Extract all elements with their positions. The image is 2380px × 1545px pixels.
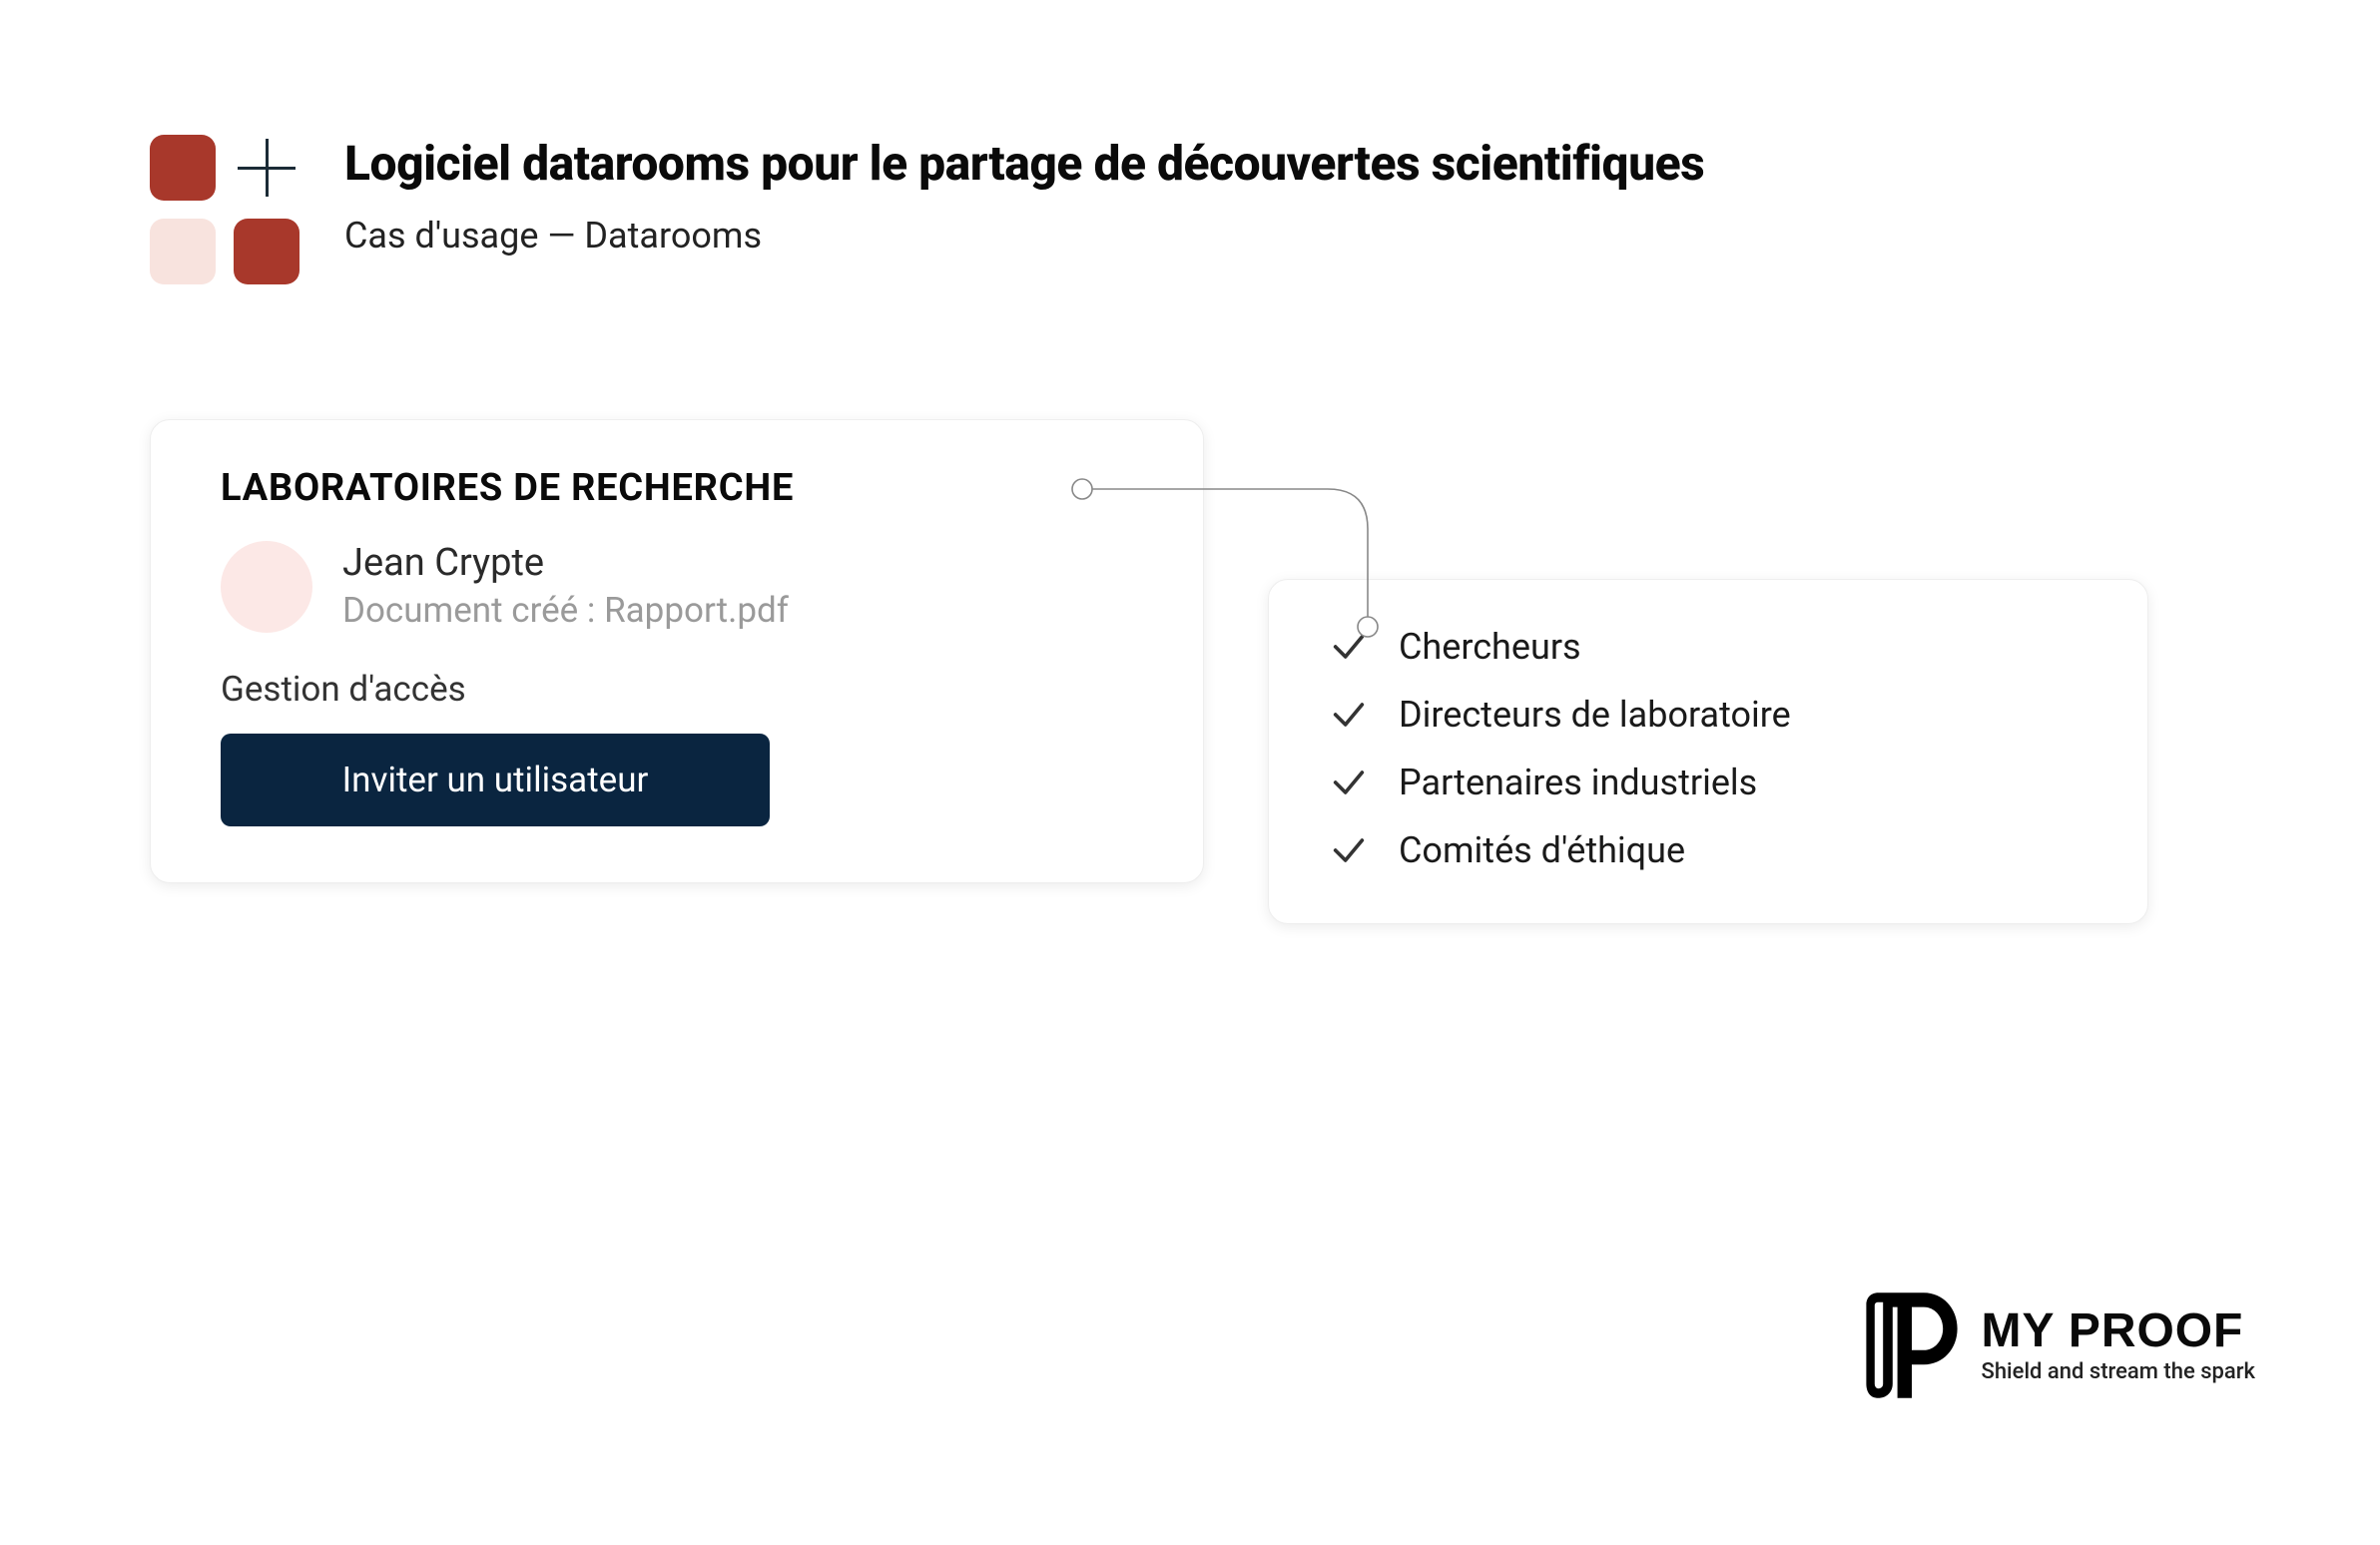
check-icon [1329,830,1369,870]
check-icon [1329,695,1369,735]
user-row: Jean Crypte Document créé : Rapport.pdf [221,540,1141,633]
brand-footer: MY PROOF Shield and stream the spark [1864,1286,2255,1405]
role-label: Directeurs de laboratoire [1399,694,1791,736]
roles-list: Chercheurs Directeurs de laboratoire Par… [1329,626,2087,871]
brand-tagline: Shield and stream the spark [1982,1359,2255,1384]
page-title: Logiciel datarooms pour le partage de dé… [344,135,1704,193]
page-header: Logiciel datarooms pour le partage de dé… [150,135,2260,284]
list-item: Comités d'éthique [1329,829,2087,871]
user-doc-created: Document créé : Rapport.pdf [342,588,789,634]
header-text: Logiciel datarooms pour le partage de dé… [344,135,1704,257]
brand-mark-icon [1864,1286,1960,1405]
page-subtitle: Cas d'usage — Datarooms [344,215,1704,257]
check-icon [1329,763,1369,802]
plus-icon [234,135,299,201]
lab-card: LABORATOIRES DE RECHERCHE Jean Crypte Do… [150,419,1204,883]
avatar [221,541,312,633]
access-section-label: Gestion d'accès [221,669,1141,710]
check-icon [1329,627,1369,667]
list-item: Directeurs de laboratoire [1329,694,2087,736]
role-label: Comités d'éthique [1399,829,1685,871]
user-name: Jean Crypte [342,540,789,588]
invite-user-button[interactable]: Inviter un utilisateur [221,734,770,826]
app-logo-icon [150,135,299,284]
lab-card-title: LABORATOIRES DE RECHERCHE [221,466,1141,510]
roles-card: Chercheurs Directeurs de laboratoire Par… [1268,579,2148,924]
role-label: Chercheurs [1399,626,1581,668]
list-item: Partenaires industriels [1329,762,2087,803]
list-item: Chercheurs [1329,626,2087,668]
role-label: Partenaires industriels [1399,762,1757,803]
brand-name: MY PROOF [1982,1307,2255,1355]
